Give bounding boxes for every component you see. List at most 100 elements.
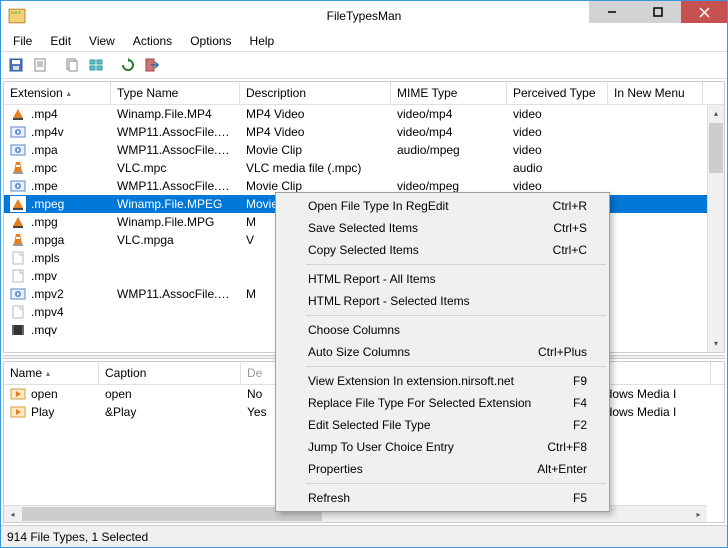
- menu-item-shortcut: Ctrl+R: [553, 199, 587, 213]
- file-type-icon: [10, 178, 26, 194]
- file-type-icon: [10, 250, 26, 266]
- in-new-menu-cell: [608, 185, 703, 187]
- menu-item-shortcut: Alt+Enter: [537, 462, 587, 476]
- vertical-scrollbar[interactable]: ▴▾: [707, 105, 724, 352]
- save-icon[interactable]: [5, 54, 27, 76]
- extension-cell: .mpe: [31, 179, 58, 193]
- exit-icon[interactable]: [141, 54, 163, 76]
- menu-separator: [306, 366, 606, 367]
- menu-separator: [306, 483, 606, 484]
- context-menu-item[interactable]: HTML Report - All Items: [278, 268, 607, 290]
- description-cell: MP4 Video: [240, 124, 391, 140]
- file-type-icon: [10, 304, 26, 320]
- header-extension[interactable]: Extension▴: [4, 82, 111, 104]
- context-menu-item[interactable]: Save Selected ItemsCtrl+S: [278, 217, 607, 239]
- extension-cell: .mpv2: [31, 287, 64, 301]
- in-new-menu-cell: [608, 131, 703, 133]
- scroll-up-icon[interactable]: ▴: [708, 105, 724, 122]
- titlebar[interactable]: FileTypesMan: [1, 1, 727, 31]
- action-icon: [10, 386, 26, 402]
- menu-edit[interactable]: Edit: [42, 32, 79, 50]
- header-type-name[interactable]: Type Name: [111, 82, 240, 104]
- scroll-right-icon[interactable]: ▸: [690, 506, 707, 522]
- menu-item-shortcut: Ctrl+C: [553, 243, 587, 257]
- sort-ascending-icon: ▴: [46, 369, 50, 378]
- type-name-cell: [111, 257, 240, 259]
- in-new-menu-cell: [608, 329, 703, 331]
- menu-options[interactable]: Options: [182, 32, 239, 50]
- file-type-icon: [10, 322, 26, 338]
- context-menu-item[interactable]: Open File Type In RegEditCtrl+R: [278, 195, 607, 217]
- scroll-left-icon[interactable]: ◂: [4, 506, 21, 522]
- table-row[interactable]: .mpaWMP11.AssocFile.M...Movie Clipaudio/…: [4, 141, 724, 159]
- items-icon[interactable]: [85, 54, 107, 76]
- action-name-cell: open: [31, 387, 58, 401]
- context-menu-item[interactable]: Replace File Type For Selected Extension…: [278, 392, 607, 414]
- menu-actions[interactable]: Actions: [125, 32, 180, 50]
- column-headers: Extension▴ Type Name Description MIME Ty…: [4, 82, 724, 105]
- type-name-cell: [111, 311, 240, 313]
- maximize-button[interactable]: [635, 1, 681, 23]
- header-mime-type[interactable]: MIME Type: [391, 82, 507, 104]
- menu-item-shortcut: F2: [573, 418, 587, 432]
- menu-item-label: Copy Selected Items: [308, 243, 553, 257]
- action-caption-cell: &Play: [99, 404, 241, 420]
- mime-type-cell: [391, 167, 507, 169]
- status-bar: 914 File Types, 1 Selected: [1, 525, 727, 547]
- menu-item-label: View Extension In extension.nirsoft.net: [308, 374, 573, 388]
- action-icon: [10, 404, 26, 420]
- menu-item-label: Edit Selected File Type: [308, 418, 573, 432]
- menu-item-label: Auto Size Columns: [308, 345, 538, 359]
- scrollbar-thumb[interactable]: [709, 123, 723, 173]
- in-new-menu-cell: [608, 257, 703, 259]
- menu-view[interactable]: View: [81, 32, 123, 50]
- scroll-down-icon[interactable]: ▾: [708, 335, 724, 352]
- extension-cell: .mpg: [31, 215, 58, 229]
- properties-icon[interactable]: [29, 54, 51, 76]
- context-menu-item[interactable]: Copy Selected ItemsCtrl+C: [278, 239, 607, 261]
- menu-item-shortcut: Ctrl+Plus: [538, 345, 587, 359]
- file-type-icon: [10, 106, 26, 122]
- type-name-cell: Winamp.File.MP4: [111, 106, 240, 122]
- header-name[interactable]: Name▴: [4, 362, 99, 384]
- header-caption[interactable]: Caption: [99, 362, 241, 384]
- extension-cell: .mp4: [31, 107, 58, 121]
- menu-item-label: Save Selected Items: [308, 221, 553, 235]
- context-menu-item[interactable]: RefreshF5: [278, 487, 607, 509]
- perceived-type-cell: video: [507, 142, 608, 158]
- menu-file[interactable]: File: [5, 32, 40, 50]
- description-cell: MP4 Video: [240, 106, 391, 122]
- table-row[interactable]: .mp4Winamp.File.MP4MP4 Videovideo/mp4vid…: [4, 105, 724, 123]
- table-row[interactable]: .mp4vWMP11.AssocFile.M...MP4 Videovideo/…: [4, 123, 724, 141]
- in-new-menu-cell: [608, 167, 703, 169]
- context-menu-item[interactable]: PropertiesAlt+Enter: [278, 458, 607, 480]
- copy-icon[interactable]: [61, 54, 83, 76]
- action-name-cell: Play: [31, 405, 54, 419]
- extension-cell: .mpv: [31, 269, 57, 283]
- header-in-new-menu[interactable]: In New Menu: [608, 82, 703, 104]
- menu-item-label: Open File Type In RegEdit: [308, 199, 553, 213]
- menu-item-shortcut: Ctrl+S: [553, 221, 587, 235]
- minimize-button[interactable]: [589, 1, 635, 23]
- type-name-cell: [111, 329, 240, 331]
- header-perceived-type[interactable]: Perceived Type: [507, 82, 608, 104]
- table-row[interactable]: .mpcVLC.mpcVLC media file (.mpc)audio: [4, 159, 724, 177]
- context-menu-item[interactable]: HTML Report - Selected Items: [278, 290, 607, 312]
- menu-item-shortcut: Ctrl+F8: [547, 440, 587, 454]
- context-menu-item[interactable]: Auto Size ColumnsCtrl+Plus: [278, 341, 607, 363]
- extension-cell: .mpls: [31, 251, 60, 265]
- refresh-icon[interactable]: [117, 54, 139, 76]
- context-menu-item[interactable]: View Extension In extension.nirsoft.netF…: [278, 370, 607, 392]
- context-menu-item[interactable]: Edit Selected File TypeF2: [278, 414, 607, 436]
- app-icon: [8, 7, 26, 25]
- header-description[interactable]: Description: [240, 82, 391, 104]
- extension-cell: .mpeg: [31, 197, 64, 211]
- file-type-icon: [10, 286, 26, 302]
- context-menu-item[interactable]: Jump To User Choice EntryCtrl+F8: [278, 436, 607, 458]
- context-menu-item[interactable]: Choose Columns: [278, 319, 607, 341]
- menu-help[interactable]: Help: [242, 32, 283, 50]
- extension-cell: .mpv4: [31, 305, 64, 319]
- mime-type-cell: video/mp4: [391, 106, 507, 122]
- close-button[interactable]: [681, 1, 727, 23]
- menu-item-label: Properties: [308, 462, 537, 476]
